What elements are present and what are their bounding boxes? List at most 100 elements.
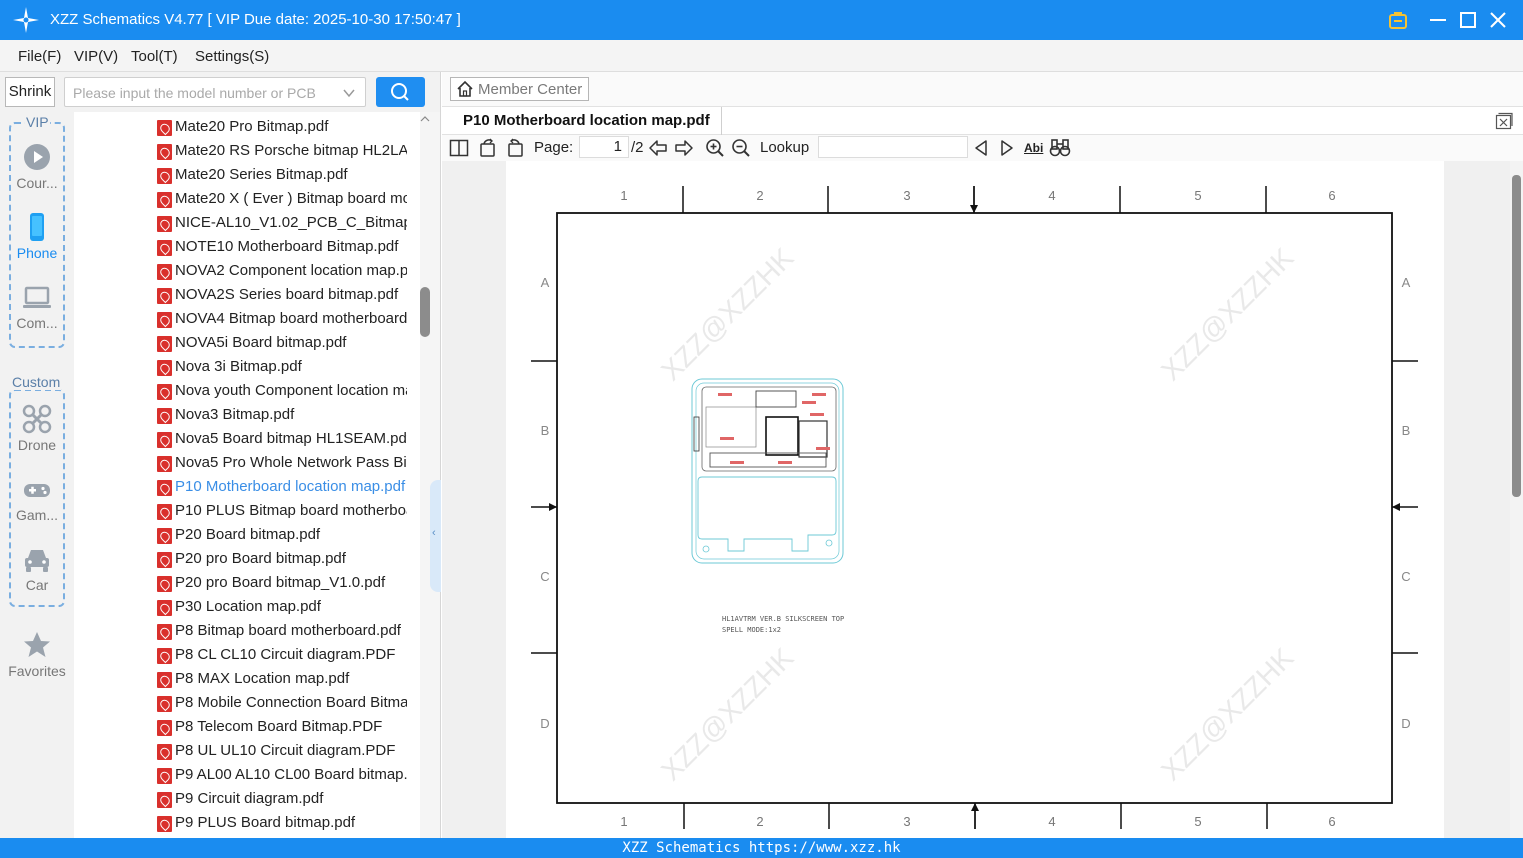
- file-list-item[interactable]: P30 Location map.pdf: [74, 596, 420, 620]
- file-list-item[interactable]: P8 Bitmap board motherboard.pdf: [74, 620, 420, 644]
- pdf-file-icon: [157, 288, 172, 304]
- file-list-item[interactable]: P8 Telecom Board Bitmap.PDF: [74, 716, 420, 740]
- watermark-text: XZZ@XZZHK: [1155, 242, 1300, 387]
- file-list-item[interactable]: Mate20 X ( Ever ) Bitmap board motherboa…: [74, 188, 420, 212]
- file-list-item[interactable]: NOVA5i Board bitmap.pdf: [74, 332, 420, 356]
- scroll-up-icon[interactable]: [420, 114, 430, 124]
- maximize-icon[interactable]: [1456, 8, 1480, 32]
- vip-group-label: VIP: [25, 114, 50, 130]
- file-list-item[interactable]: P8 UL UL10 Circuit diagram.PDF: [74, 740, 420, 764]
- file-list-item[interactable]: NICE-AL10_V1.02_PCB_C_Bitmap(1).pdf: [74, 212, 420, 236]
- file-list-item[interactable]: Mate20 RS Porsche bitmap HL2LAYM.pdf: [74, 140, 420, 164]
- file-list-item[interactable]: Nova5 Pro Whole Network Pass Bitmap.pdf: [74, 452, 420, 476]
- zoom-in-icon[interactable]: [705, 138, 725, 158]
- file-list-item[interactable]: P9 PLUS Board bitmap.pdf: [74, 812, 420, 836]
- model-search-input[interactable]: [73, 83, 335, 103]
- category-car[interactable]: Car: [0, 546, 74, 593]
- file-list-item[interactable]: P10 PLUS Bitmap board motherboard.pdf: [74, 500, 420, 524]
- file-name: P9 Circuit diagram.pdf: [175, 790, 324, 807]
- file-list-item[interactable]: NOTE10 Motherboard Bitmap.pdf: [74, 236, 420, 260]
- page-label: Page:: [534, 139, 574, 156]
- search-button[interactable]: [376, 77, 425, 107]
- member-center-button[interactable]: Member Center: [450, 77, 589, 101]
- menu-file[interactable]: File(F): [18, 48, 61, 65]
- category-courses[interactable]: Cour...: [0, 142, 74, 191]
- file-list-item[interactable]: P20 pro Board bitmap_V1.0.pdf: [74, 572, 420, 596]
- close-icon[interactable]: [1486, 8, 1510, 32]
- category-computer[interactable]: Com...: [0, 284, 74, 331]
- menu-vip[interactable]: VIP(V): [74, 48, 118, 65]
- file-list-item[interactable]: Nova5 Board bitmap HL1SEAM.pdf: [74, 428, 420, 452]
- pcb-designator-mark: [812, 393, 826, 396]
- file-list-item[interactable]: P9 Circuit diagram.pdf: [74, 788, 420, 812]
- shrink-button[interactable]: Shrink: [5, 77, 55, 107]
- collapse-panel-handle[interactable]: ‹: [430, 480, 441, 592]
- file-list-item[interactable]: NOVA4 Bitmap board motherboard.pdf: [74, 308, 420, 332]
- rotate-right-icon[interactable]: [505, 138, 525, 158]
- viewer-panel: Member Center P10 Motherboard location m…: [442, 72, 1523, 838]
- rotate-left-icon[interactable]: [478, 138, 498, 158]
- silkscreen-caption: HL1AVTRM VER.B SILKSCREEN TOP: [722, 615, 844, 623]
- find-prev-icon[interactable]: [972, 138, 990, 158]
- pdf-file-icon: [157, 264, 172, 280]
- file-list-item[interactable]: Mate20 Pro Bitmap.pdf: [74, 116, 420, 140]
- zoom-out-icon[interactable]: [731, 138, 751, 158]
- binoculars-icon[interactable]: [1049, 138, 1071, 158]
- lookup-label: Lookup: [760, 139, 810, 156]
- pdf-file-icon: [157, 744, 172, 760]
- minimize-icon[interactable]: [1426, 8, 1450, 32]
- row-label: A: [541, 275, 550, 290]
- file-list-item[interactable]: NOVA2S Series board bitmap.pdf: [74, 284, 420, 308]
- file-name: NOVA2 Component location map.pdf: [175, 262, 407, 279]
- file-list-item[interactable]: Nova 3i Bitmap.pdf: [74, 356, 420, 380]
- match-case-button[interactable]: Abi: [1024, 141, 1043, 155]
- document-viewer[interactable]: 1 1 2 2 3 3 4 4 5 5 6 6 A A B B C C D D XZZ@XZZHK XZZ@XZZHK XZ…: [442, 161, 1510, 838]
- file-list-item[interactable]: P8 Mobile Connection Board Bitmap.pdf: [74, 692, 420, 716]
- row-label: B: [1402, 423, 1411, 438]
- pdf-file-icon: [157, 384, 172, 400]
- lookup-input[interactable]: [818, 136, 968, 158]
- category-favorites[interactable]: Favorites: [0, 630, 74, 679]
- category-phone[interactable]: Phone: [0, 212, 74, 261]
- category-game[interactable]: Gam...: [0, 478, 74, 523]
- row-label: C: [540, 569, 549, 584]
- viewer-scroll-thumb[interactable]: [1512, 175, 1521, 497]
- category-drone[interactable]: Drone: [0, 404, 74, 453]
- column-label: 5: [1194, 814, 1201, 829]
- find-next-icon[interactable]: [998, 138, 1016, 158]
- file-name: NOTE10 Motherboard Bitmap.pdf: [175, 238, 399, 255]
- file-list-item[interactable]: P8 MAX Location map.pdf: [74, 668, 420, 692]
- pdf-file-icon: [157, 216, 172, 232]
- scroll-thumb[interactable]: [420, 287, 430, 337]
- file-list-item[interactable]: Nova3 Bitmap.pdf: [74, 404, 420, 428]
- file-name: Mate20 Pro Bitmap.pdf: [175, 118, 329, 135]
- search-icon: [391, 83, 409, 101]
- sidebar-toggle-icon[interactable]: [449, 138, 469, 158]
- page-number-input[interactable]: 1: [579, 136, 629, 158]
- file-list-item[interactable]: NOVA2 Component location map.pdf: [74, 260, 420, 284]
- chevron-down-icon[interactable]: [342, 86, 356, 100]
- close-tab-icon[interactable]: [1495, 112, 1513, 130]
- next-page-icon[interactable]: [674, 138, 694, 158]
- viewer-scrollbar[interactable]: [1510, 161, 1523, 838]
- prev-page-icon[interactable]: [648, 138, 668, 158]
- watermark-text: XZZ@XZZHK: [655, 642, 800, 787]
- category-label: Drone: [17, 437, 57, 453]
- file-list-item[interactable]: P20 Board bitmap.pdf: [74, 524, 420, 548]
- file-list-scrollbar[interactable]: [420, 112, 440, 838]
- vip-bag-icon[interactable]: [1386, 8, 1410, 32]
- file-list-item[interactable]: P8 CL CL10 Circuit diagram.PDF: [74, 644, 420, 668]
- viewer-toolbar: Page: 1 /2 Lookup Abi: [442, 135, 1523, 161]
- file-list-item[interactable]: P20 pro Board bitmap.pdf: [74, 548, 420, 572]
- app-logo-icon: [13, 7, 39, 33]
- column-label: 5: [1194, 188, 1201, 203]
- file-list-item[interactable]: Nova youth Component location map.pdf: [74, 380, 420, 404]
- file-list-item[interactable]: P9 AL00 AL10 CL00 Board bitmap.pdf: [74, 764, 420, 788]
- menu-settings[interactable]: Settings(S): [195, 48, 269, 65]
- pdf-file-icon: [157, 672, 172, 688]
- pdf-file-icon: [157, 696, 172, 712]
- menu-tool[interactable]: Tool(T): [131, 48, 178, 65]
- file-list-item[interactable]: P10 Motherboard location map.pdf: [74, 476, 420, 500]
- file-list-item[interactable]: Mate20 Series Bitmap.pdf: [74, 164, 420, 188]
- document-tab[interactable]: P10 Motherboard location map.pdf: [452, 107, 722, 135]
